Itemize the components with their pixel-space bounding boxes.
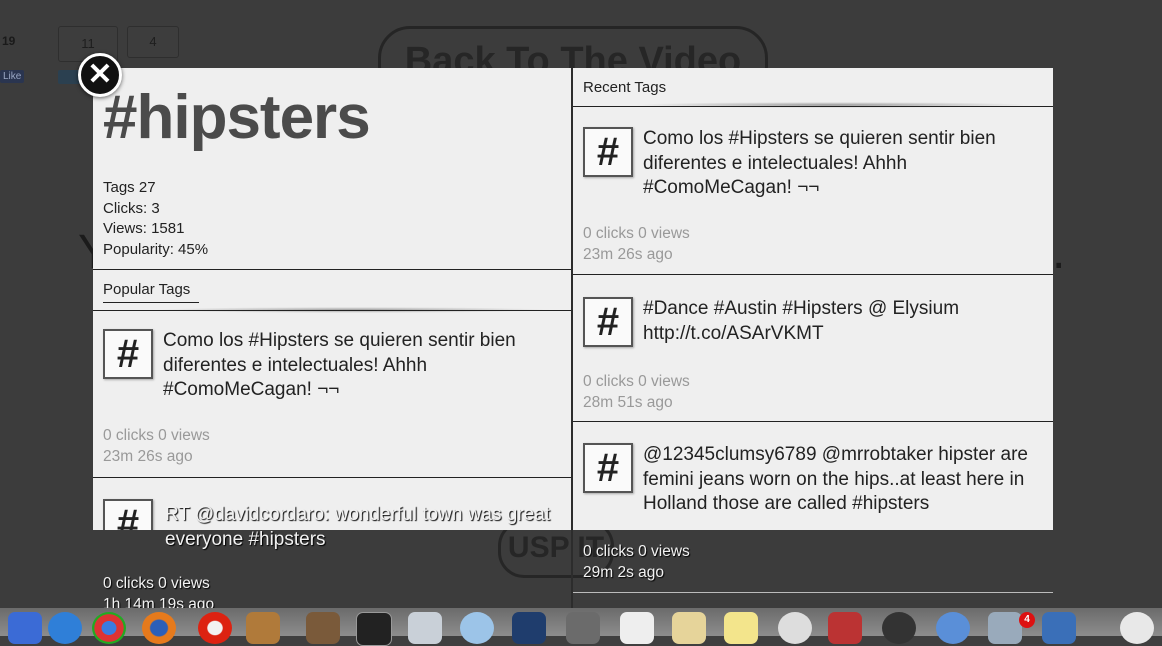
itunes-icon[interactable] — [936, 612, 970, 644]
divider — [573, 421, 1053, 422]
finder-icon[interactable] — [8, 612, 42, 644]
recent-tags-panel: Recent Tags # Como los #Hipsters se quie… — [573, 68, 1053, 530]
alarm-clock-icon[interactable] — [778, 612, 812, 644]
hashtag-icon: # — [583, 297, 633, 347]
twitter-icon[interactable] — [58, 70, 80, 84]
monkey-icon[interactable] — [306, 612, 340, 644]
tag-stats-line: 0 clicks 0 views — [583, 543, 690, 560]
divider — [93, 269, 571, 270]
coffee-icon[interactable] — [246, 612, 280, 644]
disk-icon[interactable] — [408, 612, 442, 644]
tag-stats-line: 0 clicks 0 views — [583, 224, 690, 242]
like-count: 19 — [2, 34, 16, 48]
tag-meta: 0 clicks 0 views 23m 26s ago — [583, 201, 1033, 265]
close-icon: ✕ — [87, 58, 113, 91]
recent-tag-item[interactable]: # @12345clumsy6789 @mrrobtaker hipster a… — [583, 443, 1033, 517]
tag-time: 23m 26s ago — [583, 245, 673, 263]
clicks-count: Clicks: 3 — [103, 199, 160, 217]
tag-meta: 0 clicks 0 views 23m 26s ago — [103, 403, 553, 467]
divider — [573, 592, 1053, 593]
panel-divider — [571, 68, 573, 608]
safari-icon[interactable] — [48, 612, 82, 644]
notes-icon[interactable] — [672, 612, 706, 644]
terminal-icon[interactable] — [356, 612, 392, 646]
heading-underline — [103, 302, 199, 303]
tag-detail-panel: #hipsters Tags 27 Clicks: 3 Views: 1581 … — [93, 68, 571, 530]
hashtag-title: #hipsters — [103, 83, 371, 152]
hashtag-icon: # — [583, 443, 633, 493]
hashtag-icon: # — [103, 329, 153, 379]
tag-meta-overflow: 0 clicks 0 views 29m 2s ago — [583, 541, 690, 583]
background-heading-fragment-end: . — [1052, 226, 1066, 279]
tag-text[interactable]: Como los #Hipsters se quieren sentir bie… — [103, 329, 553, 403]
tag-time: 28m 51s ago — [583, 394, 673, 411]
photoshop-icon[interactable] — [512, 612, 546, 644]
firefox-icon[interactable] — [142, 612, 176, 644]
views-count: Views: 1581 — [103, 220, 185, 237]
popular-tag-item[interactable]: # Como los #Hipsters se quieren sentir b… — [103, 329, 553, 467]
stickies-icon[interactable] — [724, 612, 758, 644]
opera-icon[interactable] — [198, 612, 232, 644]
divider — [93, 310, 571, 311]
divider — [573, 274, 1053, 275]
tag-meta: 0 clicks 0 views 28m 51s ago — [583, 349, 1033, 413]
tools-icon[interactable] — [828, 612, 862, 644]
edit-icon[interactable] — [1042, 612, 1076, 644]
recent-tag-item[interactable]: # #Dance #Austin #Hipsters @ Elysium htt… — [583, 297, 1033, 413]
cloud-icon[interactable] — [1120, 612, 1154, 644]
dock-badge: 4 — [1019, 612, 1035, 628]
tags-count: Tags 27 — [103, 179, 156, 196]
textedit-icon[interactable] — [620, 612, 654, 644]
divider — [573, 106, 1053, 107]
tag-text[interactable]: Como los #Hipsters se quieren sentir bie… — [583, 127, 1033, 201]
share-count: 11 — [81, 36, 95, 51]
share-count-box-2[interactable]: 4 — [127, 26, 179, 58]
close-button[interactable]: ✕ — [78, 53, 122, 97]
facebook-like-button[interactable]: Like — [0, 70, 25, 83]
tag-stats-line: 0 clicks 0 views — [583, 373, 690, 390]
camera-icon[interactable] — [882, 612, 916, 644]
heading-shadow — [633, 102, 1033, 108]
share-count-2: 4 — [149, 34, 157, 49]
recent-tags-heading: Recent Tags — [583, 79, 667, 96]
pen-tool-icon[interactable] — [566, 612, 600, 644]
popular-tags-heading: Popular Tags — [103, 281, 191, 298]
tag-time: 29m 2s ago — [583, 564, 664, 581]
dock — [0, 608, 1162, 646]
hashtag-icon: # — [103, 499, 153, 530]
hashtag-icon: # — [583, 127, 633, 177]
tag-text[interactable]: #Dance #Austin #Hipsters @ Elysium http:… — [583, 297, 1033, 346]
tag-stats: Tags 27 Clicks: 3 Views: 1581 Popularity… — [103, 178, 208, 260]
tag-text[interactable]: @12345clumsy6789 @mrrobtaker hipster are… — [583, 443, 1033, 517]
preview-icon[interactable] — [460, 612, 494, 644]
tag-time: 23m 26s ago — [103, 447, 193, 465]
facebook-like-widget[interactable]: 19 Like — [0, 28, 40, 88]
tag-text-overflow[interactable]: RT @davidcordaro: wonderful town was gre… — [165, 503, 555, 552]
divider — [93, 477, 571, 478]
chrome-icon[interactable] — [92, 612, 126, 644]
recent-tag-item[interactable]: # Como los #Hipsters se quieren sentir b… — [583, 127, 1033, 265]
mail-icon[interactable] — [988, 612, 1022, 644]
tag-stats-line: 0 clicks 0 views — [103, 426, 210, 444]
tag-stats-line: 0 clicks 0 views — [103, 575, 210, 592]
popularity: Popularity: 45% — [103, 240, 209, 258]
